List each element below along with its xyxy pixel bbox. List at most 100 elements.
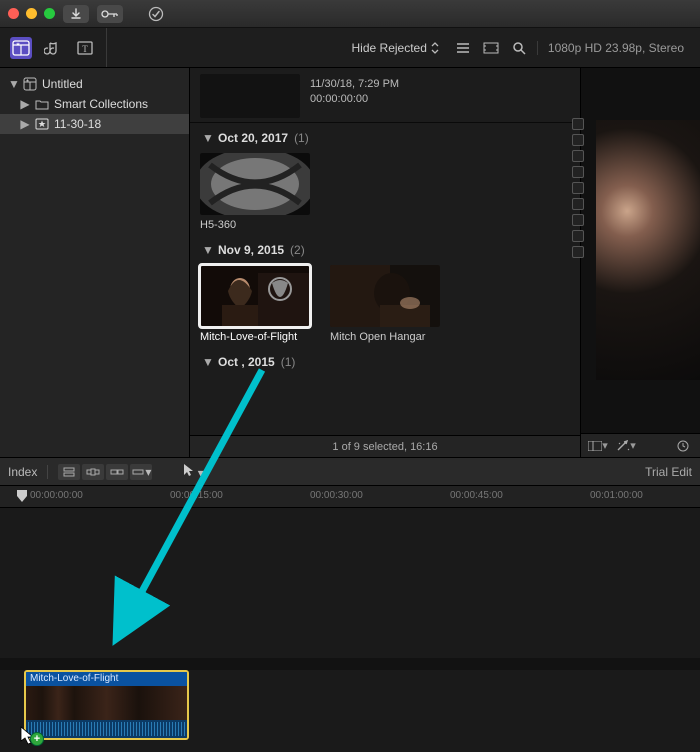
ruler-tick: 00:00:00:00 <box>30 490 83 501</box>
keyword-tool-button[interactable] <box>97 5 123 23</box>
ruler-tick: 00:00:45:00 <box>450 490 503 501</box>
disclosure-down-icon[interactable]: ▼ <box>202 355 212 369</box>
timeline-index-button[interactable]: Index <box>8 465 48 479</box>
clip-item[interactable]: Mitch Open Hangar <box>330 265 440 343</box>
viewer-preview[interactable] <box>596 120 700 380</box>
filmstrip-checkbox[interactable] <box>572 182 584 194</box>
date-group-header[interactable]: ▼ Oct 20, 2017 (1) <box>200 123 570 153</box>
project-name: Trial Edit <box>645 465 692 479</box>
clip-name: Mitch Open Hangar <box>330 331 440 343</box>
minimize-window-button[interactable] <box>26 8 37 19</box>
updown-icon <box>431 42 439 54</box>
libraries-tab[interactable] <box>10 37 32 59</box>
browser-status-bar: 1 of 9 selected, 16:16 <box>190 435 580 457</box>
clip-name: Mitch-Love-of-Flight <box>200 331 310 343</box>
filmstrip-checkbox[interactable] <box>572 198 584 210</box>
filmstrip-checkbox[interactable] <box>572 230 584 242</box>
filmstrip-view-button[interactable] <box>481 38 501 58</box>
sidebar-item-smart-collections[interactable]: ▶ Smart Collections <box>0 94 189 114</box>
retime-tool-button[interactable] <box>672 438 694 454</box>
filmstrip-checkbox[interactable] <box>572 246 584 258</box>
ruler-tick: 00:00:15:00 <box>170 490 223 501</box>
media-tabs: T <box>0 28 107 67</box>
window-traffic-lights <box>8 8 55 19</box>
connect-clip-button[interactable] <box>58 464 80 480</box>
date-group-header[interactable]: ▼ Nov 9, 2015 (2) <box>200 235 570 265</box>
window-titlebar <box>0 0 700 28</box>
search-button[interactable] <box>509 38 529 58</box>
sidebar-item-label: 11-30-18 <box>54 117 101 131</box>
append-clip-button[interactable] <box>106 464 128 480</box>
clip-filtering-dropdown[interactable]: Hide Rejected <box>346 37 445 59</box>
clip-item[interactable]: H5-360 <box>200 153 310 231</box>
ruler-tick: 00:00:30:00 <box>310 490 363 501</box>
group-date: Oct 20, 2017 <box>218 131 288 145</box>
clip-title-bar: Mitch-Love-of-Flight <box>26 672 187 686</box>
event-icon <box>35 117 49 131</box>
insert-clip-button[interactable] <box>82 464 104 480</box>
overwrite-clip-button[interactable]: ▾ <box>130 464 152 480</box>
format-info: 1080p HD 23.98p, Stereo <box>537 41 694 55</box>
skimmer-tc: 00:00:00:00 <box>310 92 399 107</box>
photos-audio-tab[interactable] <box>42 37 64 59</box>
date-group-header[interactable]: ▼ Oct , 2015 (1) <box>200 347 570 377</box>
filmstrip-checkbox[interactable] <box>572 150 584 162</box>
disclosure-right-icon[interactable]: ▶ <box>20 117 30 131</box>
disclosure-down-icon[interactable]: ▼ <box>202 131 212 145</box>
disclosure-down-icon[interactable]: ▼ <box>202 243 212 257</box>
browser-toolbar: T Hide Rejected 1080p HD 23.98p, Stereo <box>0 28 700 68</box>
main-area: ▼ Untitled ▶ Smart Collections ▶ 11-30-1… <box>0 68 700 458</box>
timeline[interactable]: 00:00:00:00 00:00:15:00 00:00:30:00 00:0… <box>0 486 700 752</box>
filmstrip-checkbox[interactable] <box>572 118 584 130</box>
timeline-toolbar: Index ▾ ▾ Trial Edit <box>0 458 700 486</box>
clip-item[interactable]: Mitch-Love-of-Flight <box>200 265 310 343</box>
clip-browser: 11/30/18, 7:29 PM 00:00:00:00 ▼ Oct 20, … <box>190 68 580 457</box>
filmstrip-checkbox[interactable] <box>572 134 584 146</box>
timeline-tracks[interactable]: Mitch-Love-of-Flight + <box>0 508 700 752</box>
playhead[interactable] <box>16 489 28 501</box>
filmstrip-checkbox[interactable] <box>572 166 584 178</box>
filmstrip-checkbox-column <box>572 118 584 258</box>
filmstrip-checkbox[interactable] <box>572 214 584 226</box>
clip-thumbnail-selected[interactable] <box>200 265 310 327</box>
group-count: (1) <box>294 131 309 145</box>
sidebar-item-event[interactable]: ▶ 11-30-18 <box>0 114 189 134</box>
import-button[interactable] <box>63 5 89 23</box>
group-date: Nov 9, 2015 <box>218 243 284 257</box>
maximize-window-button[interactable] <box>44 8 55 19</box>
background-tasks-button[interactable] <box>143 5 169 23</box>
clip-thumbnail[interactable] <box>330 265 440 327</box>
select-tool-button[interactable]: ▾ <box>182 463 203 480</box>
library-sidebar[interactable]: ▼ Untitled ▶ Smart Collections ▶ 11-30-1… <box>0 68 190 457</box>
disclosure-down-icon[interactable]: ▼ <box>8 77 18 91</box>
timeline-ruler[interactable]: 00:00:00:00 00:00:15:00 00:00:30:00 00:0… <box>0 486 700 508</box>
skimmer-thumb[interactable] <box>200 74 300 118</box>
clip-thumbnail[interactable] <box>200 153 310 215</box>
disclosure-right-icon[interactable]: ▶ <box>20 97 30 111</box>
viewer-toolbar: ▾ ▾ <box>581 433 700 457</box>
timeline-clip[interactable]: Mitch-Love-of-Flight <box>24 670 189 740</box>
library-row[interactable]: ▼ Untitled <box>0 74 189 94</box>
svg-text:T: T <box>82 44 88 54</box>
clip-video-filmstrip <box>26 686 187 722</box>
titles-generators-tab[interactable]: T <box>74 37 96 59</box>
folder-icon <box>35 97 49 111</box>
browser-content[interactable]: ▼ Oct 20, 2017 (1) H5-360 <box>190 123 580 435</box>
skimmer-date: 11/30/18, 7:29 PM <box>310 77 399 92</box>
close-window-button[interactable] <box>8 8 19 19</box>
clip-filtering-label: Hide Rejected <box>352 41 427 55</box>
skimmer-meta: 11/30/18, 7:29 PM 00:00:00:00 <box>310 74 399 108</box>
list-view-button[interactable] <box>453 38 473 58</box>
ruler-tick: 00:01:00:00 <box>590 490 643 501</box>
group-count: (2) <box>290 243 305 257</box>
insert-mode-buttons: ▾ <box>58 464 152 480</box>
group-date: Oct , 2015 <box>218 355 275 369</box>
selection-status: 1 of 9 selected, 16:16 <box>332 441 437 453</box>
effects-tool-button[interactable]: ▾ <box>615 438 637 454</box>
sidebar-item-label: Smart Collections <box>54 97 148 111</box>
view-layout-button[interactable]: ▾ <box>587 438 609 454</box>
clip-name: H5-360 <box>200 219 310 231</box>
clip-audio-waveform <box>26 720 187 738</box>
format-text: 1080p HD 23.98p, Stereo <box>548 41 684 55</box>
primary-storyline-lane <box>0 658 700 670</box>
